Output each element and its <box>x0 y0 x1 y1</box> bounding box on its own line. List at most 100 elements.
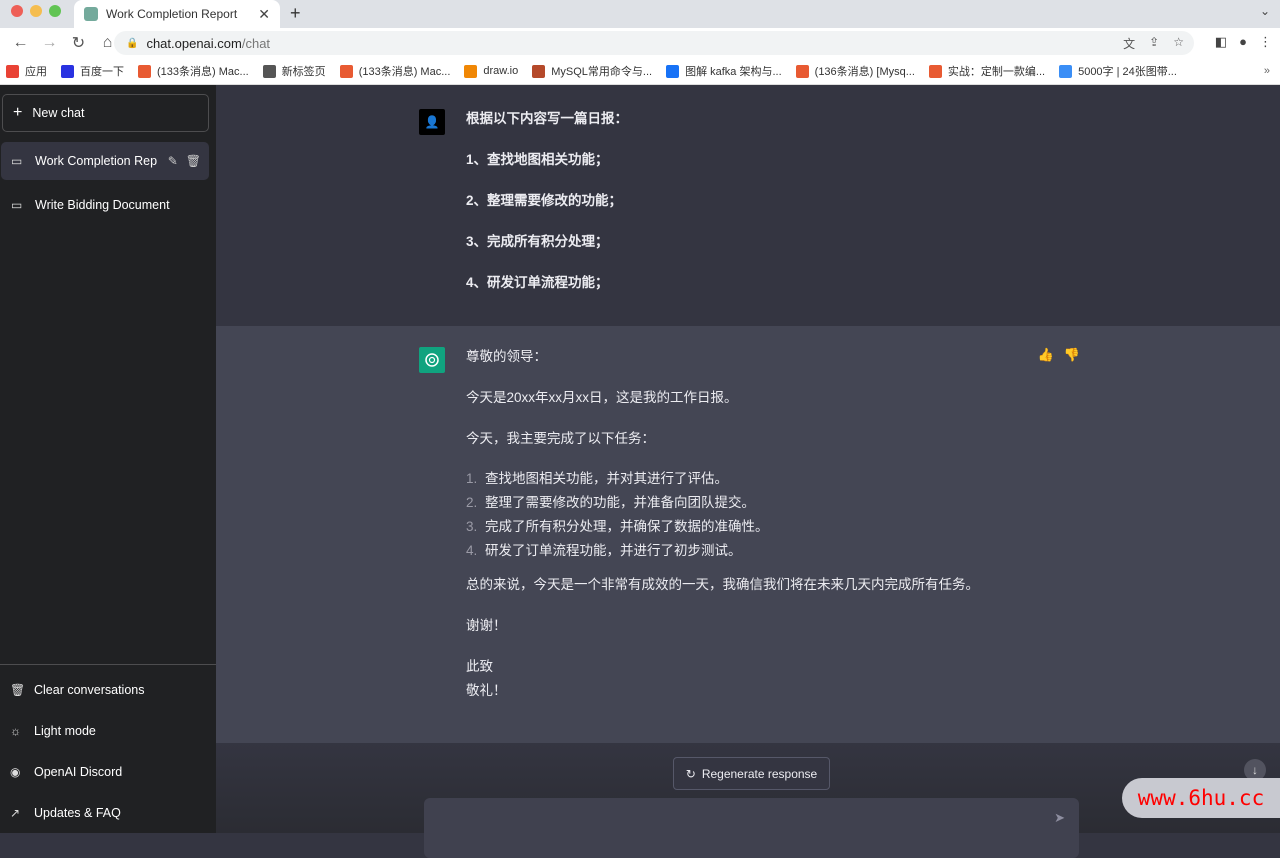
clear-conversations-button[interactable]: 🗑 Clear conversations <box>0 669 216 710</box>
light-mode-button[interactable]: ☼ Light mode <box>0 710 216 751</box>
tab-title: Work Completion Report <box>106 7 238 21</box>
user-message: 👤 根据以下内容写一篇日报： 1、查找地图相关功能； 2、整理需要修改的功能； … <box>216 85 1280 326</box>
bookmark-label: draw.io <box>483 65 519 77</box>
bookmark-item[interactable]: (133条消息) Mac... <box>138 63 249 79</box>
url-host: chat.openai.com <box>146 35 242 51</box>
conversation-label: Work Completion Rep <box>35 154 158 168</box>
address-toolbar: ← → ↻ ⌂ 🔒 chat.openai.com/chat 文 ⇪ ☆ ◧ ● ⋮ <box>0 28 1280 58</box>
message-input[interactable]: ➤ <box>424 798 1079 858</box>
external-link-icon: ↗ <box>10 805 21 820</box>
list-number: 1. <box>466 471 478 486</box>
profile-avatar-icon[interactable]: ● <box>1239 34 1247 50</box>
bookmark-label: (133条消息) Mac... <box>157 66 249 78</box>
list-text: 研发了订单流程功能，并进行了初步测试。 <box>485 543 742 558</box>
minimize-window-button[interactable] <box>30 5 42 17</box>
bookmark-b-icon <box>532 64 546 78</box>
bookmarks-bar: 应用 百度一下 (133条消息) Mac... 新标签页 (133条消息) Mac...… <box>0 58 1280 85</box>
zhihu-icon <box>666 64 680 78</box>
openai-favicon-icon <box>84 7 98 21</box>
bookmark-item[interactable]: 新标签页 <box>262 63 326 79</box>
bookmark-item[interactable]: 图解 kafka 架构与... <box>666 63 782 79</box>
new-chat-button[interactable]: + New chat <box>2 94 209 132</box>
discord-icon: ◉ <box>10 764 21 779</box>
csdn-icon <box>795 64 809 78</box>
composer-area: ↻ Regenerate response ↓ ➤ <box>216 743 1280 858</box>
user-avatar-icon: 👤 <box>419 109 445 135</box>
paragraph: 此致 <box>466 659 493 674</box>
list-item: 3. 完成了所有积分处理，并确保了数据的准确性。 <box>466 517 1280 541</box>
list-number: 3. <box>466 519 478 534</box>
globe-icon <box>262 64 276 78</box>
regenerate-response-button[interactable]: ↻ Regenerate response <box>673 757 830 790</box>
conversation-item-work-completion[interactable]: ▭ Work Completion Rep ✎ 🗑 <box>1 142 209 180</box>
bookmark-item[interactable]: MySQL常用命令与... <box>532 63 652 79</box>
assistant-message: 👍 👎 尊敬的领导： 今天是20xx年xx月xx日，这是我的工作日报。 今天，我主… <box>216 326 1280 743</box>
label: OpenAI Discord <box>34 764 123 779</box>
browser-tab[interactable]: Work Completion Report ✕ <box>74 0 280 28</box>
bookmark-label: 实战：定制一款编... <box>947 66 1046 78</box>
csdn-icon <box>138 64 151 78</box>
bookmark-label: 应用 <box>25 66 47 78</box>
baidu-paw-icon <box>61 64 74 78</box>
label: Clear conversations <box>34 682 145 697</box>
bookmark-item[interactable]: 百度一下 <box>61 63 124 79</box>
browser-tab-bar: Work Completion Report ✕ + ⌄ <box>0 0 1280 28</box>
bookmark-label: MySQL常用命令与... <box>551 66 653 78</box>
thumbs-up-icon[interactable]: 👍 <box>1038 347 1054 363</box>
bookmark-label: 5000字 | 24张图带... <box>1078 66 1177 78</box>
apps-grid-icon <box>6 64 19 78</box>
chat-main: 👤 根据以下内容写一篇日报： 1、查找地图相关功能； 2、整理需要修改的功能； … <box>216 85 1280 858</box>
updates-faq-link[interactable]: ↗ Updates & FAQ <box>0 792 216 833</box>
list-text: 整理了需要修改的功能，并准备向团队提交。 <box>485 495 755 510</box>
list-number: 4. <box>466 543 478 558</box>
bookmark-item[interactable]: draw.io <box>464 64 519 78</box>
paragraph: 谢谢！ <box>466 618 507 633</box>
menu-kebab-icon[interactable]: ⋮ <box>1259 34 1272 50</box>
conversation-label: Write Bidding Document <box>35 198 170 212</box>
share-icon[interactable]: ⇪ <box>1149 35 1159 52</box>
bookmark-item[interactable]: 应用 <box>6 63 47 79</box>
message-line: 4、研发订单流程功能； <box>466 275 609 290</box>
bookmark-item[interactable]: 实战：定制一款编... <box>928 63 1046 79</box>
reload-icon[interactable]: ↻ <box>64 33 93 53</box>
cloud-icon <box>1059 64 1073 78</box>
csdn-icon <box>339 64 353 78</box>
star-icon[interactable]: ☆ <box>1173 35 1184 52</box>
side-panel-icon[interactable]: ◧ <box>1215 34 1227 50</box>
url-bar[interactable]: 🔒 chat.openai.com/chat 文 ⇪ ☆ <box>114 31 1194 55</box>
tab-search-chevron-icon[interactable]: ⌄ <box>1260 4 1270 18</box>
bookmark-item[interactable]: (133条消息) Mac... <box>339 63 450 79</box>
openai-discord-link[interactable]: ◉ OpenAI Discord <box>0 751 216 792</box>
more-bookmarks-icon[interactable]: » <box>1264 65 1270 77</box>
list-text: 完成了所有积分处理，并确保了数据的准确性。 <box>485 519 769 534</box>
bookmark-item[interactable]: (136条消息) [Mysq... <box>795 63 915 79</box>
new-chat-label: New chat <box>32 106 85 120</box>
sidebar: + New chat ▭ Work Completion Rep ✎ 🗑 ▭ Write … <box>0 85 216 833</box>
edit-icon[interactable]: ✎ <box>168 154 178 168</box>
label: Light mode <box>34 723 96 738</box>
paragraph: 总的来说，今天是一个非常有成效的一天，我确信我们将在未来几天内完成所有任务。 <box>466 577 979 592</box>
forward-icon[interactable]: → <box>35 34 64 52</box>
bookmark-item[interactable]: 5000字 | 24张图带... <box>1059 63 1177 79</box>
translate-icon[interactable]: 文 <box>1123 35 1135 52</box>
greeting: 尊敬的领导： <box>466 349 547 364</box>
back-icon[interactable]: ← <box>6 34 35 52</box>
send-icon[interactable]: ➤ <box>1054 810 1065 826</box>
trash-icon[interactable]: 🗑 <box>186 154 201 168</box>
new-tab-button[interactable]: + <box>290 3 301 24</box>
maximize-window-button[interactable] <box>49 5 61 17</box>
chat-bubble-icon: ▭ <box>11 198 23 212</box>
trash-icon: 🗑 <box>10 682 26 697</box>
close-tab-icon[interactable]: ✕ <box>258 6 270 23</box>
lock-icon: 🔒 <box>126 37 139 49</box>
watermark: www.6hu.cc <box>1122 778 1280 818</box>
drawio-icon <box>464 64 478 78</box>
list-text: 查找地图相关功能，并对其进行了评估。 <box>485 471 728 486</box>
bookmark-label: 新标签页 <box>281 66 326 78</box>
regenerate-label: Regenerate response <box>701 766 818 781</box>
thumbs-down-icon[interactable]: 👎 <box>1064 347 1080 363</box>
message-line: 根据以下内容写一篇日报： <box>466 111 628 126</box>
conversation-item-bidding-document[interactable]: ▭ Write Bidding Document <box>1 186 209 224</box>
close-window-button[interactable] <box>11 5 23 17</box>
bookmark-label: 百度一下 <box>80 66 124 78</box>
